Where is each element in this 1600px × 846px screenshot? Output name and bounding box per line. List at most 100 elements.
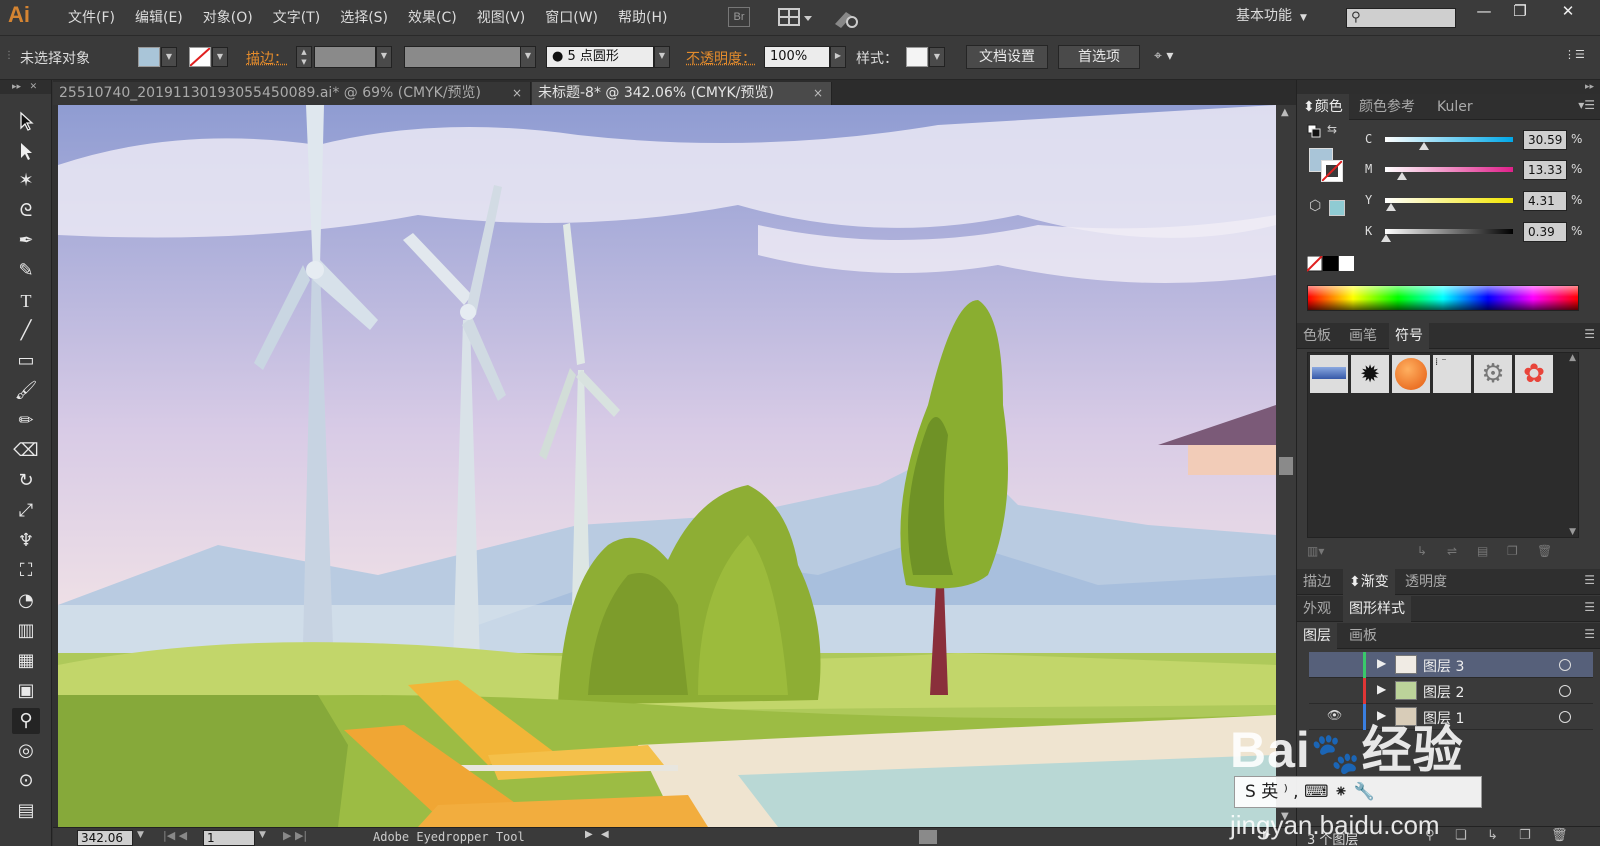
- graphic-style-swatch[interactable]: [906, 47, 928, 67]
- symbol-library-icon[interactable]: ▥▾: [1307, 544, 1324, 558]
- direct-selection-tool-icon[interactable]: [12, 138, 40, 164]
- place-symbol-icon[interactable]: ↳: [1417, 544, 1427, 558]
- close-tab-icon[interactable]: ×: [813, 82, 823, 104]
- menu-type[interactable]: 文字(T): [263, 0, 330, 36]
- blend-tool-icon[interactable]: ◎: [12, 738, 40, 764]
- yellow-value-input[interactable]: 4.31: [1523, 191, 1567, 211]
- arrange-documents-button[interactable]: [778, 8, 816, 28]
- mesh-tool-icon[interactable]: ▦: [12, 648, 40, 674]
- tab-transparency[interactable]: 透明度: [1399, 569, 1453, 595]
- yellow-knob[interactable]: [1386, 203, 1396, 211]
- tab-color[interactable]: ⬍颜色: [1297, 94, 1349, 120]
- menu-help[interactable]: 帮助(H): [608, 0, 677, 36]
- yellow-track[interactable]: [1385, 198, 1513, 203]
- tab-color-guide[interactable]: 颜色参考: [1353, 94, 1421, 120]
- gpu-performance-button[interactable]: [832, 6, 860, 30]
- symbol-sprayer-tool-icon[interactable]: ⊙: [12, 768, 40, 794]
- pencil-tool-icon[interactable]: ✏: [12, 408, 40, 434]
- stroke-label[interactable]: 描边：: [246, 48, 288, 68]
- scroll-up-icon[interactable]: ▲: [1281, 107, 1289, 118]
- pen-tool-icon[interactable]: ✒: [12, 228, 40, 254]
- magenta-knob[interactable]: [1397, 172, 1407, 180]
- tab-brushes[interactable]: 画笔: [1343, 323, 1383, 349]
- symbol-orange-circle[interactable]: [1392, 355, 1430, 393]
- shape-builder-tool-icon[interactable]: ◔: [12, 588, 40, 614]
- tab-graphic-styles[interactable]: 图形样式: [1343, 596, 1411, 622]
- isolate-icon[interactable]: ⌖ ▾: [1154, 48, 1173, 64]
- menu-edit[interactable]: 编辑(E): [125, 0, 193, 36]
- menu-effect[interactable]: 效果(C): [398, 0, 467, 36]
- symbol-flower[interactable]: ✿: [1515, 355, 1553, 393]
- tab-symbols[interactable]: 符号: [1389, 323, 1429, 349]
- close-tab-icon[interactable]: ×: [512, 82, 522, 104]
- tab-artboards[interactable]: 画板: [1343, 623, 1383, 649]
- hscroll-thumb[interactable]: [919, 830, 937, 844]
- layer-row[interactable]: ▶ 图层 3: [1309, 652, 1593, 678]
- cyan-slider[interactable]: C 30.59 %: [1365, 130, 1595, 150]
- symbol-blue-banner[interactable]: [1310, 355, 1348, 393]
- artboard-nav-prev[interactable]: |◀ ◀: [163, 829, 187, 842]
- opacity-arrow[interactable]: ▶: [830, 46, 846, 68]
- layer-target-icon[interactable]: [1559, 685, 1571, 697]
- document-setup-button[interactable]: 文档设置: [966, 45, 1048, 69]
- tab-gradient[interactable]: ⬍渐变: [1343, 569, 1395, 595]
- hscroll-left-icon[interactable]: ◀: [601, 829, 609, 840]
- preferences-button[interactable]: 首选项: [1058, 45, 1140, 69]
- stroke-weight-stepper[interactable]: ▲ ▼: [296, 46, 312, 68]
- web-safe-color-swatch[interactable]: [1329, 200, 1345, 216]
- panel-menu-icon[interactable]: ⋮☰: [1564, 48, 1585, 61]
- gradient-tool-icon[interactable]: ▣: [12, 678, 40, 704]
- layer-row[interactable]: ▶ 图层 2: [1309, 678, 1593, 704]
- menu-file[interactable]: 文件(F): [58, 0, 125, 36]
- cyan-track[interactable]: [1385, 137, 1513, 142]
- eraser-tool-icon[interactable]: ⌫: [12, 438, 40, 464]
- tab-layers[interactable]: 图层: [1297, 623, 1337, 649]
- black-slider[interactable]: K 0.39 %: [1365, 222, 1595, 242]
- new-symbol-icon[interactable]: ❐: [1507, 544, 1518, 558]
- layers-panel-menu-icon[interactable]: ☰: [1584, 627, 1595, 641]
- eyedropper-tool-icon[interactable]: ⚲: [12, 708, 40, 734]
- line-segment-tool-icon[interactable]: ╱: [12, 318, 40, 344]
- brush-dropdown[interactable]: ▼: [654, 46, 670, 68]
- symbol-dashed-frame[interactable]: ⁞ ⁻: [1433, 355, 1471, 393]
- restore-button[interactable]: ❐: [1504, 0, 1536, 24]
- status-menu-arrow[interactable]: ▶: [585, 829, 593, 840]
- symbols-scroll-down-icon[interactable]: ▼: [1569, 527, 1576, 537]
- symbols-scroll-up-icon[interactable]: ▲: [1569, 353, 1576, 363]
- workspace-switcher[interactable]: 基本功能 ▼: [1236, 0, 1307, 36]
- tab-swatches[interactable]: 色板: [1297, 323, 1337, 349]
- magic-wand-tool-icon[interactable]: ✶: [12, 168, 40, 194]
- tab-kuler[interactable]: Kuler: [1431, 94, 1479, 120]
- stroke-dropdown[interactable]: ▼: [212, 47, 228, 67]
- cyan-value-input[interactable]: 30.59: [1523, 130, 1567, 150]
- symbol-options-icon[interactable]: ▤: [1477, 544, 1488, 558]
- scale-tool-icon[interactable]: ⤢: [12, 498, 40, 524]
- minimize-button[interactable]: —: [1468, 0, 1500, 24]
- profile-dropdown[interactable]: ▼: [520, 46, 536, 68]
- artboard-dropdown[interactable]: ▼: [259, 830, 266, 840]
- selection-tool-icon[interactable]: [12, 108, 40, 134]
- stroke-weight-input[interactable]: [314, 46, 376, 68]
- symbols-panel-menu-icon[interactable]: ☰: [1584, 327, 1595, 341]
- symbol-ink-splat[interactable]: ✹: [1351, 355, 1389, 393]
- artboard-nav-next[interactable]: ▶ ▶|: [283, 829, 307, 842]
- layer-target-icon[interactable]: [1559, 659, 1571, 671]
- appearance-panel-menu-icon[interactable]: ☰: [1584, 600, 1595, 614]
- tools-collapse[interactable]: ▸▸ ✕: [0, 80, 51, 94]
- stroke-swatch[interactable]: [189, 47, 211, 67]
- free-transform-tool-icon[interactable]: ⛶: [12, 558, 40, 584]
- opacity-input[interactable]: 100%: [764, 46, 830, 68]
- menu-view[interactable]: 视图(V): [467, 0, 536, 36]
- paintbrush-tool-icon[interactable]: 🖌: [12, 378, 40, 404]
- expand-triangle-icon[interactable]: ▶: [1377, 656, 1386, 670]
- color-panel-menu-icon[interactable]: ▾☰: [1578, 98, 1595, 112]
- type-tool-icon[interactable]: T: [12, 288, 40, 314]
- brush-definition[interactable]: ● 5 点圆形: [546, 46, 654, 68]
- menu-object[interactable]: 对象(O): [193, 0, 263, 36]
- search-input[interactable]: ⚲: [1346, 8, 1456, 28]
- rotate-tool-icon[interactable]: ↻: [12, 468, 40, 494]
- fill-dropdown[interactable]: ▼: [161, 47, 177, 67]
- cyan-knob[interactable]: [1419, 142, 1429, 150]
- lasso-tool-icon[interactable]: ᘓ: [12, 198, 40, 224]
- black-track[interactable]: [1385, 229, 1513, 234]
